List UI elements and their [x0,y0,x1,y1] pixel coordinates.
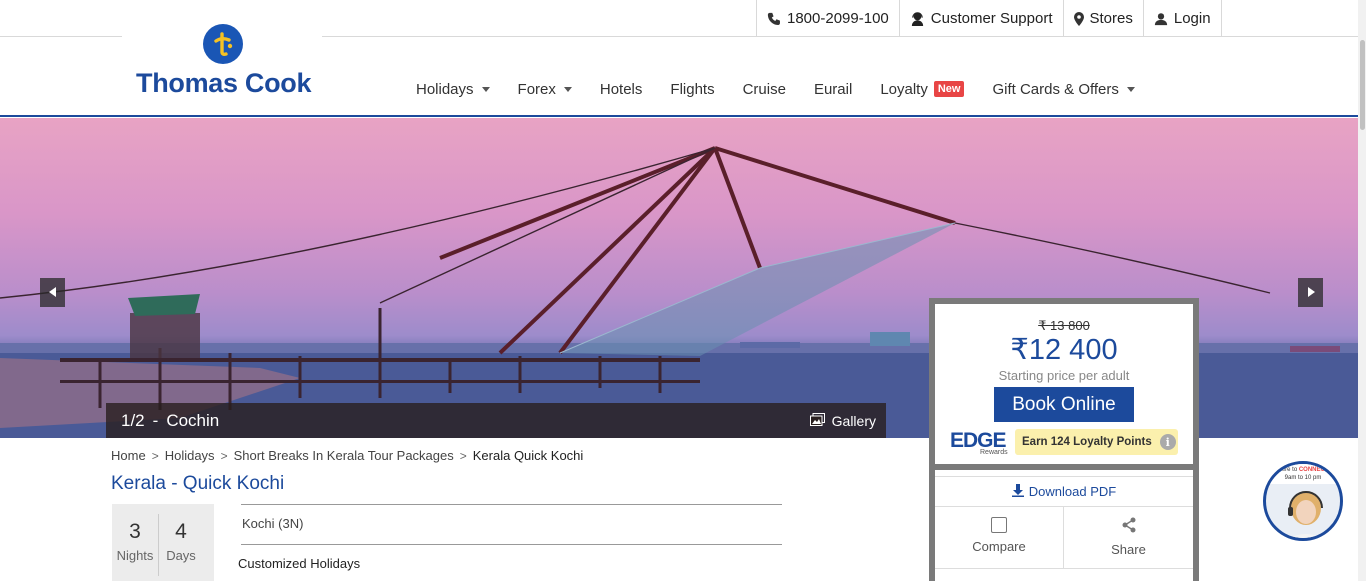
stores-link[interactable]: Stores [1062,0,1143,37]
scrollbar-thumb[interactable] [1360,40,1365,130]
caret-down-icon [563,86,572,92]
nav-hotels-label: Hotels [599,80,643,98]
nav-loyalty-label: Loyalty [880,80,928,98]
duration-arrow [198,504,214,581]
info-icon[interactable]: i [1159,434,1176,450]
hero-prev-button[interactable] [40,278,65,307]
divider [241,504,782,505]
divider [935,568,1193,569]
nights-count: 3 [129,520,141,543]
user-icon [1154,12,1168,26]
holiday-type: Customized Holidays [238,556,361,571]
support-label: Customer Support [930,10,1053,27]
hero-caption-bar: 1/2 - Cochin Gallery [106,403,886,438]
stores-label: Stores [1089,10,1133,27]
nav-eurail[interactable]: Eurail [802,81,864,98]
price-subtitle: Starting price per adult [998,368,1130,383]
hero-next-button[interactable] [1298,278,1323,307]
support-agent-avatar-icon [1288,491,1323,538]
gallery-label: Gallery [831,412,876,429]
caret-down-icon [481,86,490,92]
download-label: Download PDF [1028,484,1117,499]
nav-gift-cards-offers[interactable]: Gift Cards & Offers [980,81,1146,98]
loyalty-text: Earn 124 Loyalty Points [1022,436,1152,448]
nav-flights[interactable]: Flights [658,81,726,98]
nav-flights-label: Flights [670,80,715,98]
breadcrumb-home[interactable]: Home [111,448,146,463]
loyalty-points-badge: Earn 124 Loyalty Points i [1015,429,1178,455]
share-button[interactable]: Share [1064,507,1193,568]
nav-holidays-label: Holidays [416,80,474,98]
gallery-button[interactable]: Gallery [809,412,876,429]
support-agent-icon [910,11,925,26]
caret-down-icon [1126,86,1135,92]
edge-brand: EDGE [950,429,1007,452]
slide-caption: 1/2 - Cochin [121,411,219,431]
location-pin-icon [1073,11,1084,26]
edge-rewards-logo: EDGE Rewards [950,430,1010,456]
download-pdf-link[interactable]: Download PDF [935,476,1193,507]
login-label: Login [1173,10,1211,27]
nights-column: 3 Nights [112,504,158,563]
download-icon [1011,483,1024,500]
phone-icon [767,12,781,26]
nav-cruise[interactable]: Cruise [731,81,798,98]
chevron-right-icon: > [220,448,228,463]
thomas-cook-logo[interactable]: Thomas Cook [122,24,322,104]
page-title: Kerala - Quick Kochi [111,473,285,494]
phone-link[interactable]: 1800-2099-100 [756,0,899,37]
current-price: ₹12 400 [1010,334,1118,366]
price-card: ₹ 13 800 ₹12 400 Starting price per adul… [929,298,1199,470]
book-online-button[interactable]: Book Online [994,387,1134,422]
compare-checkbox[interactable] [991,517,1007,533]
edge-sub: Rewards [980,449,1008,456]
nav-menu: Holidays Forex Hotels Flights Cruise Eur… [404,78,1147,100]
compare-toggle[interactable]: Compare [935,507,1064,568]
nav-holidays[interactable]: Holidays [404,81,502,98]
slide-counter: 1/2 [121,410,145,430]
nav-hotels[interactable]: Hotels [588,81,655,98]
breadcrumb: Home > Holidays > Short Breaks In Kerala… [111,448,583,463]
nav-eurail-label: Eurail [813,80,853,98]
nav-forex-label: Forex [517,80,556,98]
gallery-icon [809,412,825,429]
chevron-right-icon: > [459,448,467,463]
chat-widget[interactable]: Here to CONNECT 9am to 10 pm [1263,461,1343,541]
chevron-right-icon: > [151,448,159,463]
nav-cruise-label: Cruise [742,80,786,98]
nights-label: Nights [116,548,154,563]
chevron-right-icon [1307,284,1315,302]
logo-text: Thomas Cook [136,68,312,98]
phone-number: 1800-2099-100 [787,10,889,27]
itinerary-cities: Kochi (3N) [242,516,304,531]
logo-emblem-icon [203,24,243,64]
breadcrumb-short-breaks[interactable]: Short Breaks In Kerala Tour Packages [234,448,454,463]
compare-label: Compare [972,539,1026,554]
share-label: Share [1111,542,1146,557]
chevron-left-icon [48,284,57,302]
login-link[interactable]: Login [1142,0,1222,37]
breadcrumb-holidays[interactable]: Holidays [165,448,215,463]
nav-forex[interactable]: Forex [506,81,584,98]
nav-loyalty[interactable]: Loyalty New [868,81,976,98]
slide-location: Cochin [166,410,220,430]
caption-separator: - [152,410,159,430]
utility-links: 1800-2099-100 Customer Support Stores Lo… [756,0,1222,37]
divider [241,544,782,545]
nav-gift-cards-label: Gift Cards & Offers [992,80,1119,98]
breadcrumb-current: Kerala Quick Kochi [472,448,584,463]
actions-card: Download PDF Compare Share [929,470,1199,581]
share-icon [1121,517,1137,536]
customer-support-link[interactable]: Customer Support [898,0,1063,37]
new-badge: New [933,81,965,97]
